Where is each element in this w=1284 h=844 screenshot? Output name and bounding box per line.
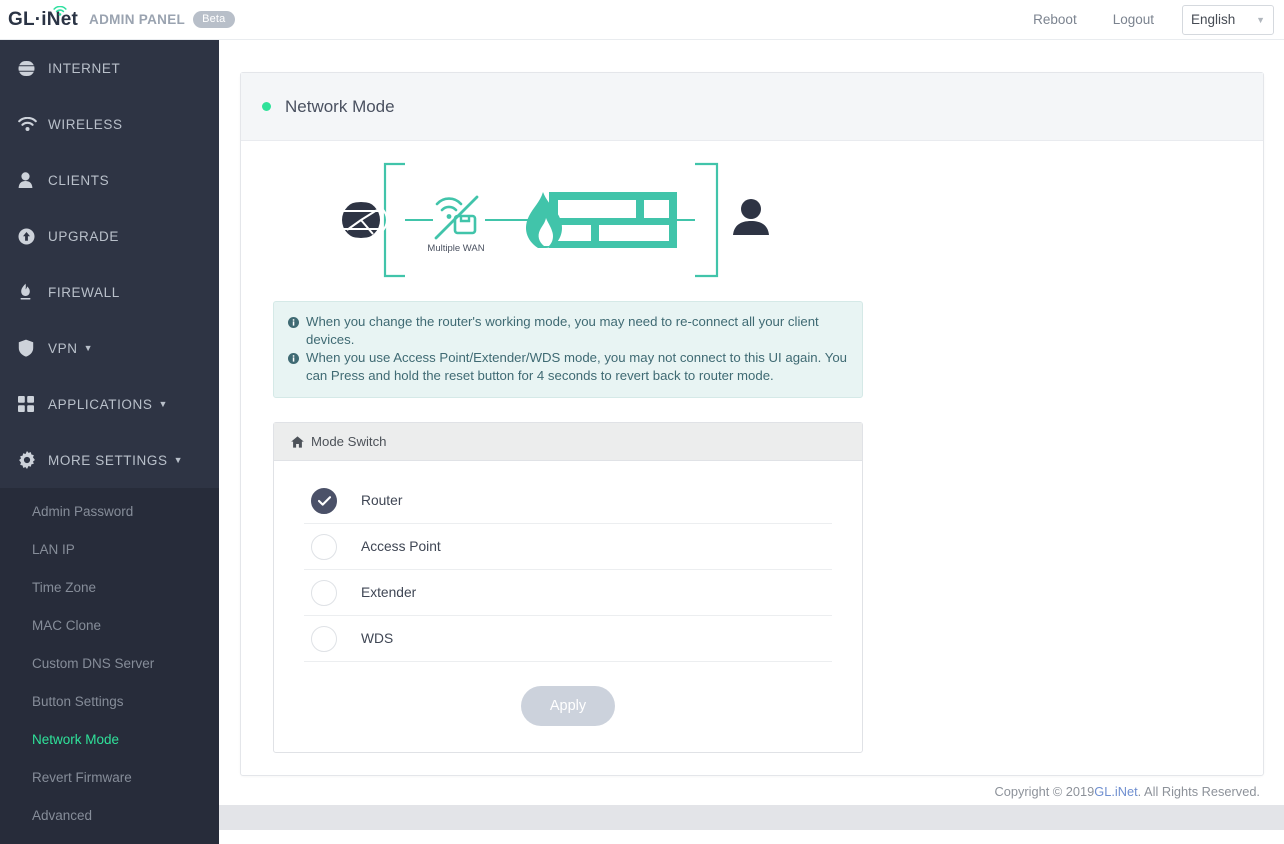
mode-option-label: Router (361, 493, 403, 508)
sidebar-item-wireless[interactable]: WIRELESS (0, 96, 219, 152)
wifi-arc-icon (53, 1, 67, 16)
footer: Copyright © 2019 GL.iNet. All Rights Res… (219, 778, 1284, 805)
sidebar-subitem-revert-firmware[interactable]: Revert Firmware (0, 758, 219, 796)
language-select[interactable]: English ▼ (1182, 4, 1274, 35)
notice-line-2: When you use Access Point/Extender/WDS m… (288, 349, 848, 385)
radio-selected-icon[interactable] (311, 487, 337, 514)
apply-button[interactable]: Apply (521, 686, 615, 726)
sidebar-subitem-lan-ip[interactable]: LAN IP (0, 530, 219, 568)
sidebar-item-applications[interactable]: APPLICATIONS ▼ (0, 376, 219, 432)
radio-unselected-icon[interactable] (311, 579, 337, 606)
sidebar-item-vpn[interactable]: VPN ▼ (0, 320, 219, 376)
footer-brand-link[interactable]: GL.iNet (1094, 784, 1137, 799)
sidebar-item-more-settings[interactable]: MORE SETTINGS ▼ (0, 432, 219, 488)
wifi-icon (18, 116, 48, 132)
mode-option-label: Access Point (361, 539, 441, 554)
mode-switch-header: Mode Switch (274, 423, 862, 461)
info-circle-icon (288, 315, 303, 349)
footer-copyright-prefix: Copyright © 2019 (994, 784, 1095, 799)
panel-body: Multiple WAN When you change the router'… (241, 141, 1263, 775)
top-bar-actions: Reboot Logout English ▼ (1033, 4, 1284, 35)
sidebar-item-clients[interactable]: CLIENTS (0, 152, 219, 208)
sidebar-item-label: VPN (48, 340, 78, 356)
user-icon (18, 172, 48, 188)
sidebar: INTERNET WIRELESS CLIENTS UPGRADE FIREWA… (0, 40, 219, 844)
logout-button[interactable]: Logout (1113, 12, 1154, 27)
panel-header: Network Mode (241, 73, 1263, 141)
main-content: Network Mode Multiple WAN When you chang… (219, 40, 1284, 830)
mode-switch-title: Mode Switch (311, 434, 387, 449)
mode-option-access-point[interactable]: Access Point (304, 524, 832, 570)
notice-text-1: When you change the router's working mod… (306, 314, 819, 347)
radio-unselected-icon[interactable] (311, 533, 337, 560)
apply-button-wrap: Apply (274, 662, 862, 752)
sidebar-item-firewall[interactable]: FIREWALL (0, 264, 219, 320)
sidebar-item-label: MORE SETTINGS (48, 452, 168, 468)
page-title: Network Mode (285, 96, 395, 116)
footer-copyright-suffix: . All Rights Reserved. (1137, 784, 1260, 799)
bottom-bar (219, 805, 1284, 830)
caret-down-icon: ▼ (158, 398, 168, 409)
gear-icon (18, 451, 48, 469)
brand: GL·iNet ADMIN PANEL Beta (0, 5, 235, 30)
info-circle-icon (288, 351, 303, 385)
reboot-button[interactable]: Reboot (1033, 12, 1077, 27)
sidebar-item-label: UPGRADE (48, 228, 119, 244)
grid-icon (18, 396, 48, 412)
sidebar-item-label: FIREWALL (48, 284, 120, 300)
network-topology-diagram: Multiple WAN (257, 141, 1247, 299)
sidebar-subitem-network-mode[interactable]: Network Mode (0, 720, 219, 758)
globe-icon (334, 200, 388, 240)
network-mode-panel: Network Mode Multiple WAN When you chang… (240, 72, 1264, 776)
sidebar-subitem-button-settings[interactable]: Button Settings (0, 682, 219, 720)
sidebar-subitem-custom-dns-server[interactable]: Custom DNS Server (0, 644, 219, 682)
language-select-value: English (1191, 12, 1236, 27)
top-bar: GL·iNet ADMIN PANEL Beta Reboot Logout E… (0, 0, 1284, 40)
mode-switch-card: Mode Switch Router Access Point Extender… (273, 422, 863, 753)
sidebar-subitem-advanced[interactable]: Advanced (0, 796, 219, 834)
mode-option-wds[interactable]: WDS (304, 616, 832, 662)
brand-logo: GL·iNet (8, 5, 79, 30)
sidebar-subitem-mac-clone[interactable]: MAC Clone (0, 606, 219, 644)
multiple-wan-icon (434, 195, 479, 240)
notice-line-1: When you change the router's working mod… (288, 313, 848, 349)
mode-option-router[interactable]: Router (304, 478, 832, 524)
home-icon (291, 435, 304, 448)
sidebar-item-internet[interactable]: INTERNET (0, 40, 219, 96)
sidebar-subitem-admin-password[interactable]: Admin Password (0, 492, 219, 530)
sidebar-item-label: APPLICATIONS (48, 396, 153, 412)
globe-icon (18, 59, 48, 77)
caret-down-icon: ▼ (173, 454, 183, 465)
brand-logo-text: GL·iNet (8, 9, 79, 30)
sidebar-submenu: Admin Password LAN IP Time Zone MAC Clon… (0, 488, 219, 844)
flame-icon (18, 283, 48, 301)
mode-switch-options: Router Access Point Extender WDS (274, 461, 862, 662)
sidebar-item-label: CLIENTS (48, 172, 110, 188)
status-dot-icon (262, 102, 271, 111)
multiple-wan-label: Multiple WAN (427, 243, 484, 254)
mode-option-label: WDS (361, 631, 394, 646)
sidebar-item-upgrade[interactable]: UPGRADE (0, 208, 219, 264)
upload-circle-icon (18, 228, 48, 245)
brand-subtitle: ADMIN PANEL (89, 12, 186, 27)
mode-option-extender[interactable]: Extender (304, 570, 832, 616)
notice-box: When you change the router's working mod… (273, 301, 863, 398)
notice-text-2: When you use Access Point/Extender/WDS m… (306, 350, 847, 383)
sidebar-subitem-time-zone[interactable]: Time Zone (0, 568, 219, 606)
chevron-down-icon: ▼ (1256, 14, 1265, 25)
mode-option-label: Extender (361, 585, 417, 600)
sidebar-item-label: INTERNET (48, 60, 121, 76)
beta-badge: Beta (193, 11, 235, 28)
radio-unselected-icon[interactable] (311, 625, 337, 652)
firewall-brickwall-flame-icon (526, 192, 677, 248)
caret-down-icon: ▼ (83, 342, 93, 353)
sidebar-item-label: WIRELESS (48, 116, 123, 132)
user-icon (733, 199, 769, 235)
shield-icon (18, 339, 48, 357)
